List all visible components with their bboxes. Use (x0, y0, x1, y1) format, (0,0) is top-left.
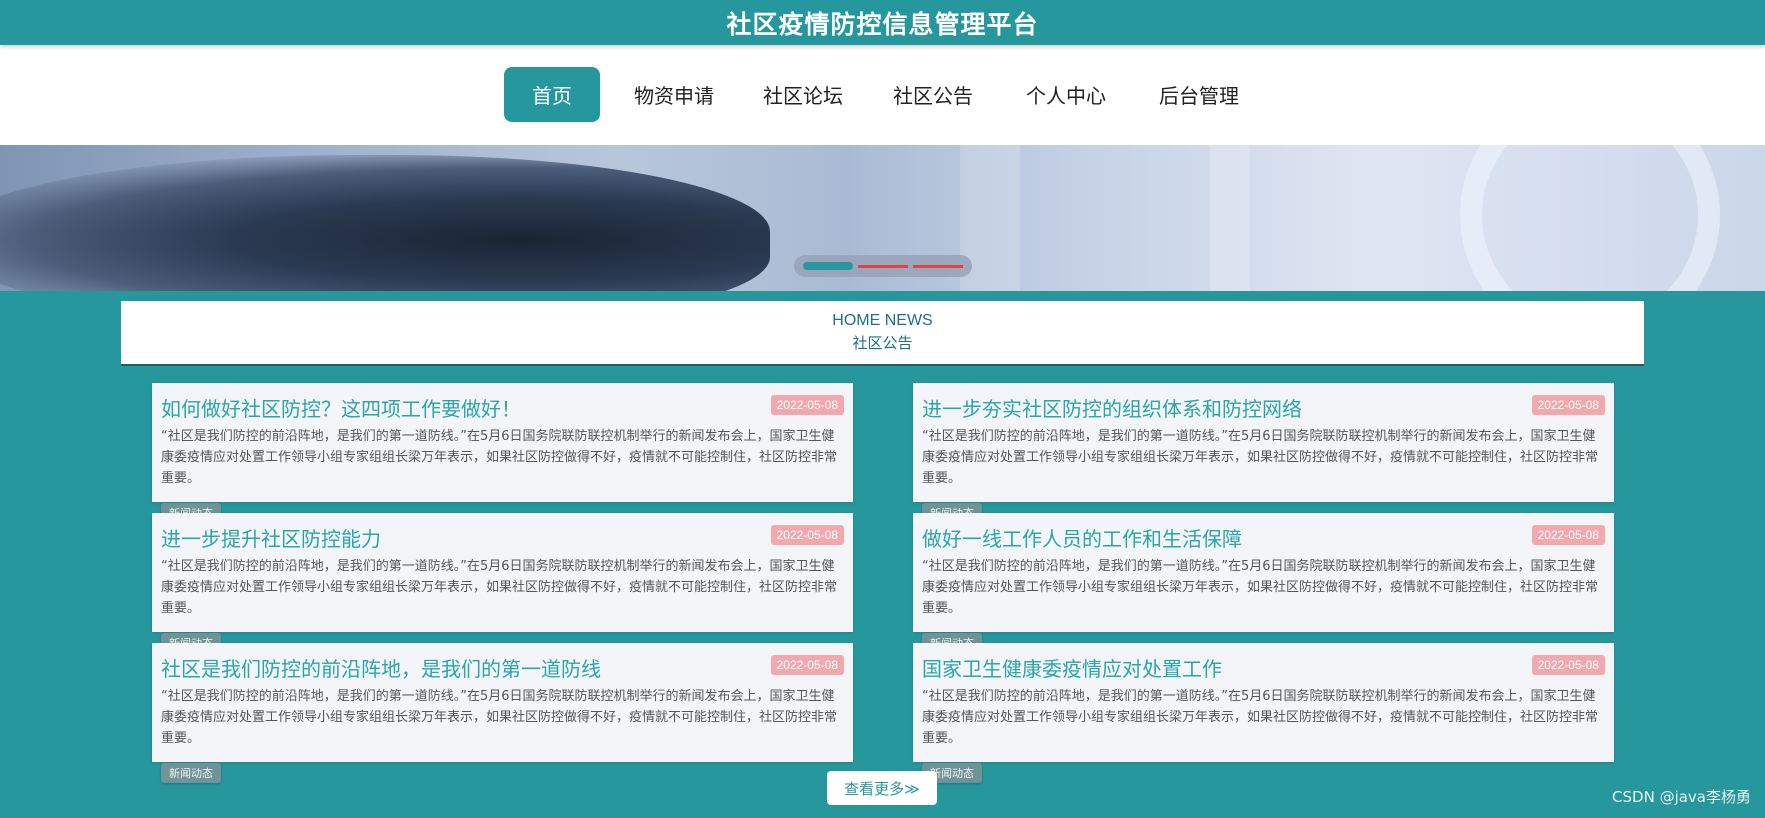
nav-item-admin[interactable]: 后台管理 (1151, 67, 1247, 122)
carousel-indicator-2[interactable] (858, 265, 908, 268)
view-more-button[interactable]: 查看更多≫ (827, 771, 937, 805)
news-card[interactable]: 进一步夯实社区防控的组织体系和防控网络 2022-05-08 “社区是我们防控的… (913, 383, 1614, 523)
news-card[interactable]: 如何做好社区防控？这四项工作要做好！ 2022-05-08 “社区是我们防控的前… (152, 383, 853, 523)
news-summary: “社区是我们防控的前沿阵地，是我们的第一道防线。”在5月6日国务院联防联控机制举… (922, 429, 1599, 486)
carousel-indicator-3[interactable] (913, 265, 963, 268)
main-nav: 首页 物资申请 社区论坛 社区公告 个人中心 后台管理 (0, 45, 1765, 145)
news-date-badge: 2022-05-08 (1531, 395, 1605, 415)
news-title[interactable]: 社区是我们防控的前沿阵地，是我们的第一道防线 (161, 653, 601, 682)
news-summary: “社区是我们防控的前沿阵地，是我们的第一道防线。”在5月6日国务院联防联控机制举… (161, 429, 838, 486)
news-title[interactable]: 国家卫生健康委疫情应对处置工作 (922, 653, 1222, 682)
news-date-badge: 2022-05-08 (770, 395, 844, 415)
news-date-badge: 2022-05-08 (1531, 655, 1605, 675)
banner-image-shape (0, 155, 770, 291)
news-date-badge: 2022-05-08 (770, 655, 844, 675)
nav-item-personal-center[interactable]: 个人中心 (1018, 67, 1114, 122)
section-title-en: HOME NEWS (832, 312, 933, 329)
news-title[interactable]: 进一步夯实社区防控的组织体系和防控网络 (922, 393, 1302, 422)
carousel-indicators (794, 255, 972, 277)
nav-item-home[interactable]: 首页 (504, 67, 600, 122)
nav-item-supply-apply[interactable]: 物资申请 (626, 67, 722, 122)
news-date-badge: 2022-05-08 (1531, 525, 1605, 545)
section-title-cn: 社区公告 (852, 334, 913, 352)
news-title[interactable]: 进一步提升社区防控能力 (161, 523, 381, 552)
top-header-bar: 社区疫情防控信息管理平台 (0, 0, 1765, 45)
nav-item-community-notice[interactable]: 社区公告 (885, 67, 981, 122)
news-category-tag: 新闻动态 (161, 763, 221, 783)
news-title[interactable]: 做好一线工作人员的工作和生活保障 (922, 523, 1242, 552)
news-summary: “社区是我们防控的前沿阵地，是我们的第一道防线。”在5月6日国务院联防联控机制举… (922, 689, 1599, 746)
nav-item-community-forum[interactable]: 社区论坛 (755, 67, 851, 122)
news-card[interactable]: 国家卫生健康委疫情应对处置工作 2022-05-08 “社区是我们防控的前沿阵地… (913, 643, 1614, 783)
news-date-badge: 2022-05-08 (770, 525, 844, 545)
news-summary: “社区是我们防控的前沿阵地，是我们的第一道防线。”在5月6日国务院联防联控机制举… (922, 559, 1599, 616)
news-title[interactable]: 如何做好社区防控？这四项工作要做好！ (161, 393, 521, 422)
news-summary: “社区是我们防控的前沿阵地，是我们的第一道防线。”在5月6日国务院联防联控机制举… (161, 559, 838, 616)
watermark-text: CSDN @java李杨勇 (1612, 788, 1751, 806)
news-card[interactable]: 进一步提升社区防控能力 2022-05-08 “社区是我们防控的前沿阵地，是我们… (152, 513, 853, 653)
news-card[interactable]: 做好一线工作人员的工作和生活保障 2022-05-08 “社区是我们防控的前沿阵… (913, 513, 1614, 653)
site-title: 社区疫情防控信息管理平台 (726, 9, 1039, 39)
carousel-indicator-1[interactable] (803, 262, 853, 270)
hero-banner-carousel (0, 145, 1765, 291)
section-header: HOME NEWS 社区公告 (121, 301, 1644, 366)
news-card[interactable]: 社区是我们防控的前沿阵地，是我们的第一道防线 2022-05-08 “社区是我们… (152, 643, 853, 783)
news-summary: “社区是我们防控的前沿阵地，是我们的第一道防线。”在5月6日国务院联防联控机制举… (161, 689, 838, 746)
